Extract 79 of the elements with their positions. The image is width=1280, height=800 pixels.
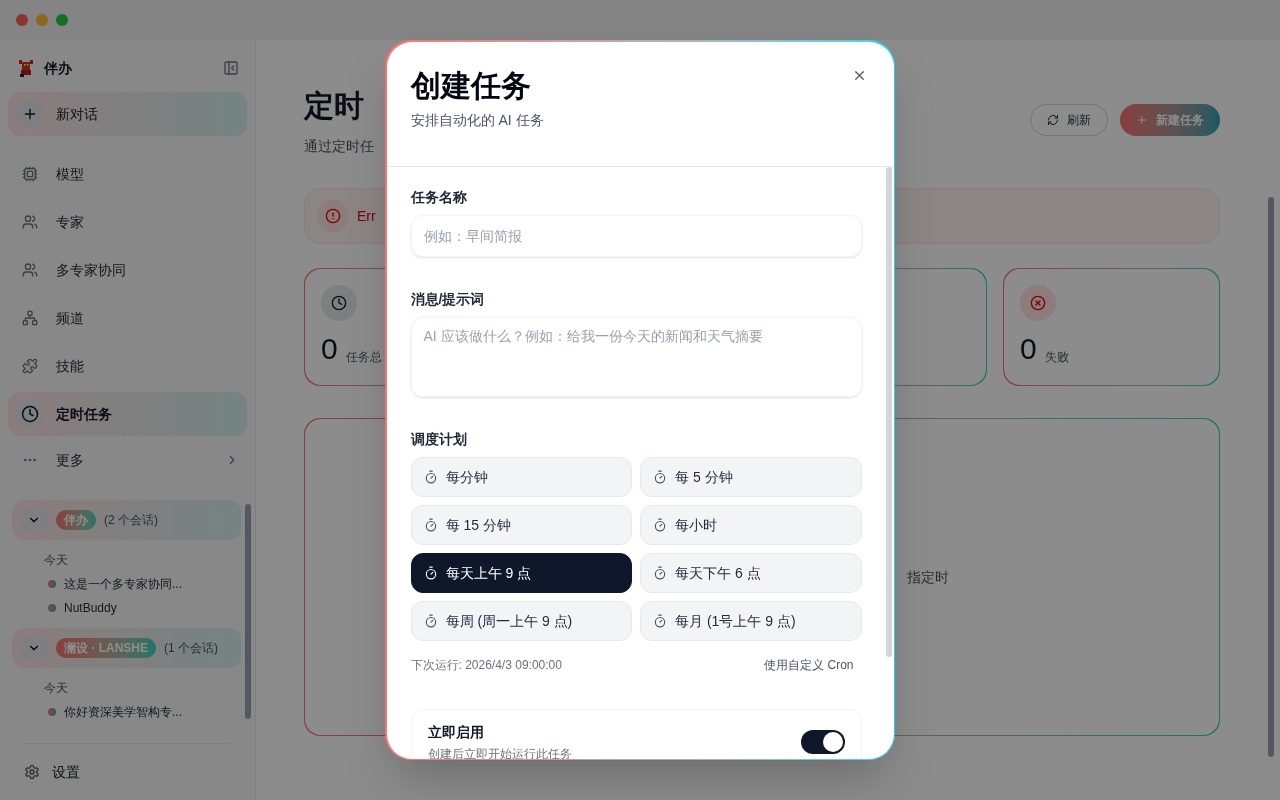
schedule-option[interactable]: 每天下午 6 点 bbox=[640, 552, 862, 593]
error-text: Err bbox=[357, 207, 376, 226]
new-chat-button[interactable]: 新对话 bbox=[8, 92, 247, 136]
timer-icon bbox=[423, 517, 438, 532]
session-count: (2 个会话) bbox=[104, 512, 158, 528]
nav-item[interactable]: 多专家协同 bbox=[8, 248, 247, 292]
scrollbar[interactable] bbox=[245, 504, 251, 719]
dialog-title: 创建任务 bbox=[410, 67, 531, 104]
stat-label: 失败 bbox=[1044, 349, 1069, 365]
close-icon bbox=[852, 68, 867, 83]
session-item[interactable]: NutBuddy bbox=[12, 596, 241, 620]
group-badge: 伴办 bbox=[56, 510, 96, 530]
session-item[interactable]: 你好资深美学智构专... bbox=[12, 700, 241, 724]
chip-icon bbox=[22, 166, 38, 182]
stat-label: 任务总 bbox=[345, 349, 382, 365]
app-name: 伴办 bbox=[44, 59, 72, 78]
schedule-option[interactable]: 每分钟 bbox=[410, 456, 632, 497]
group-header[interactable]: 澜设 · LANSHE (1 个会话) bbox=[12, 628, 241, 668]
collapse-sidebar-icon[interactable] bbox=[223, 60, 239, 76]
schedule-option[interactable]: 每小时 bbox=[640, 504, 862, 545]
clock-icon bbox=[21, 405, 39, 423]
page-title: 定时 bbox=[304, 88, 365, 124]
refresh-icon bbox=[1047, 114, 1059, 126]
timer-icon bbox=[423, 613, 438, 628]
session-count: (1 个会话) bbox=[164, 640, 218, 656]
schedule-option[interactable]: 每 15 分钟 bbox=[410, 504, 632, 545]
mascot-icon bbox=[16, 58, 36, 78]
enable-switch[interactable] bbox=[800, 729, 845, 754]
timer-icon bbox=[423, 565, 438, 580]
error-circle-icon bbox=[1030, 295, 1046, 311]
scrollbar[interactable] bbox=[885, 166, 892, 657]
schedule-option[interactable]: 每 5 分钟 bbox=[640, 456, 862, 497]
schedule-option[interactable]: 每天上午 9 点 bbox=[410, 552, 632, 593]
group-badge: 澜设 · LANSHE bbox=[56, 638, 156, 658]
people-icon bbox=[22, 262, 38, 278]
day-heading: 今天 bbox=[43, 552, 69, 569]
nav-item[interactable]: 专家 bbox=[8, 200, 247, 244]
timer-icon bbox=[653, 565, 667, 580]
next-run-text: 下次运行: 2026/4/3 09:00:00 bbox=[410, 656, 562, 673]
timer-icon bbox=[653, 517, 667, 532]
empty-text: 指定时 bbox=[907, 568, 949, 587]
nav-item[interactable]: 模型 bbox=[8, 152, 247, 196]
day-heading: 今天 bbox=[43, 680, 69, 697]
alert-icon bbox=[325, 208, 341, 224]
group-header[interactable]: 伴办 (2 个会话) bbox=[12, 500, 241, 540]
more-item[interactable]: 更多 bbox=[8, 440, 247, 480]
field-label: 消息/提示词 bbox=[410, 289, 486, 309]
session-item[interactable]: 这是一个多专家协同... bbox=[12, 572, 241, 596]
zoom-window-button[interactable] bbox=[56, 14, 68, 26]
scrollbar[interactable] bbox=[1268, 197, 1274, 757]
schedule-option[interactable]: 每周 (周一上午 9 点) bbox=[410, 600, 632, 641]
settings-icon bbox=[24, 764, 40, 780]
nav-item[interactable]: 频道 bbox=[8, 296, 247, 340]
enable-description: 创建后立即开始运行此任务 bbox=[427, 745, 572, 759]
close-window-button[interactable] bbox=[16, 14, 28, 26]
custom-cron-link[interactable]: 使用自定义 Cron bbox=[764, 656, 854, 673]
name-field[interactable]: 例如：早间简报 bbox=[410, 214, 862, 257]
plus-icon bbox=[1136, 114, 1148, 126]
puzzle-icon bbox=[22, 358, 38, 374]
stat-value: 0 bbox=[1020, 333, 1037, 365]
page-subtitle: 通过定时任 bbox=[304, 137, 374, 156]
nav-item[interactable]: 技能 bbox=[8, 344, 247, 388]
timer-icon bbox=[653, 469, 667, 484]
prompt-field[interactable]: AI 应该做什么？例如：给我一份今天的新闻和天气摘要 bbox=[410, 316, 862, 397]
settings-item[interactable]: 设置 bbox=[0, 744, 255, 800]
field-label: 调度计划 bbox=[410, 429, 468, 449]
timer-icon bbox=[423, 469, 438, 484]
people-icon bbox=[22, 214, 38, 230]
timer-icon bbox=[653, 613, 667, 628]
plus-icon bbox=[16, 100, 44, 128]
stat-value: 0 bbox=[321, 333, 338, 365]
enable-title: 立即启用 bbox=[427, 722, 485, 742]
schedule-option[interactable]: 每月 (1号上午 9 点) bbox=[640, 600, 862, 641]
dialog-subtitle: 安排自动化的 AI 任务 bbox=[410, 110, 545, 130]
clock-icon bbox=[331, 295, 347, 311]
network-icon bbox=[22, 310, 38, 326]
minimize-window-button[interactable] bbox=[36, 14, 48, 26]
nav-item[interactable]: 定时任务 bbox=[8, 392, 247, 436]
field-label: 任务名称 bbox=[410, 187, 468, 207]
